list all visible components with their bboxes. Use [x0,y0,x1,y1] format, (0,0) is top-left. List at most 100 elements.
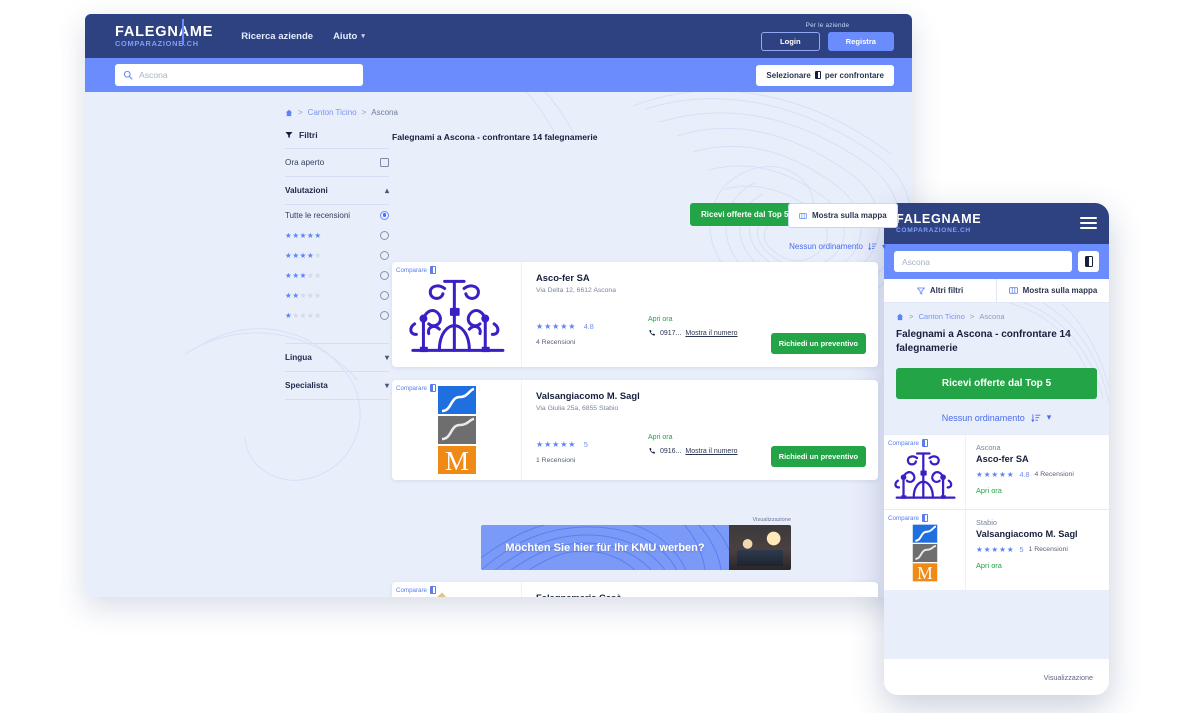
compare-badge[interactable]: Comparare [396,384,436,392]
chevron-down-icon[interactable]: ▾ [1047,412,1052,423]
show-number-link[interactable]: Mostra il numero [685,330,737,337]
compare-icon [429,266,436,274]
chevron-down-icon[interactable]: ▾ [882,242,886,251]
desktop-search-bar: Ascona Selezionare per confrontare [85,58,912,92]
mobile-card-info: Ascona Asco-fer SA ★★★★★ 4.8 4 Recension… [966,435,1109,509]
search-input-wrapper[interactable]: Ascona [115,64,363,86]
burger-line [1080,222,1097,224]
company-name[interactable]: Falegnameria Casè [536,592,866,597]
rating-row: ★★★★★ 4.8 4 Recensioni [976,470,1099,479]
mobile-tab-bar: Altri filtri Mostra sulla mappa [884,279,1109,303]
rating-radio-5[interactable] [380,230,389,240]
request-quote-button[interactable]: Richiedi un preventivo [770,333,866,354]
filters-title: Filtri [285,130,389,140]
rating-option-1[interactable]: ★★★★★ [285,305,389,325]
compare-badge[interactable]: Comparare [888,439,928,447]
language-group-label: Lingua [285,353,312,362]
phone-row[interactable]: 0917... Mostra il numero [648,329,738,337]
company-name[interactable]: Asco-fer SA [976,454,1099,464]
filter-group-ratings[interactable]: Valutazioni ▴ [285,177,389,205]
company-name[interactable]: Asco-fer SA [536,272,866,283]
rating-option-2[interactable]: ★★★★★ [285,285,389,305]
rating-option-4[interactable]: ★★★★★ [285,245,389,265]
search-input[interactable]: Ascona [139,70,168,80]
filter-open-now-label: Ora aperto [285,158,325,167]
company-name[interactable]: Valsangiacomo M. Sagl [976,529,1099,539]
company-address: Via Delta 12, 6612 Ascona [536,287,616,294]
compare-icon [921,514,928,522]
open-status: Apri ora [648,434,673,441]
mobile-get-top5-offers-button[interactable]: Ricevi offerte dal Top 5 [896,368,1097,399]
breadcrumb-separator: > [361,108,367,117]
rating-block: ★★★★★ 5 1 Recensioni [536,434,648,464]
company-location: Stabio [976,518,997,527]
review-count: 1 Recensioni [1028,546,1068,553]
home-icon[interactable] [896,313,904,321]
compare-badge[interactable]: Comparare [396,586,436,594]
breadcrumb-item-canton-ticino[interactable]: Canton Ticino [918,312,964,321]
compare-badge-label: Comparare [888,439,919,447]
home-icon[interactable] [285,109,293,117]
mobile-compare-button[interactable] [1078,251,1099,272]
company-name[interactable]: Valsangiacomo M. Sagl [536,390,866,401]
rating-radio-4[interactable] [380,250,389,260]
rating-radio-all[interactable] [380,210,389,220]
company-location: Ascona [976,443,1001,452]
result-card[interactable]: Comparare [392,582,878,597]
compare-badge-label: Comparare [396,266,427,274]
nav-item-ricerca-aziende[interactable]: Ricerca aziende [241,31,313,42]
breadcrumb-item-ascona: Ascona [979,312,1005,321]
show-on-map-label: Mostra sulla mappa [812,211,887,220]
tab-mostra-sulla-mappa[interactable]: Mostra sulla mappa [996,279,1109,302]
rating-score: 5 [1019,545,1024,554]
ad-banner[interactable]: Möchten Sie hier für Ihr KMU werben? [481,525,791,570]
mobile-sort-control[interactable]: Nessun ordinamento ▾ [884,399,1109,434]
select-compare-suffix: per confrontare [824,70,884,80]
search-icon [123,70,133,80]
result-card-info: Valsangiacomo M. Sagl Via Giulia 25a, 68… [522,380,878,480]
mobile-search-input[interactable]: Ascona [894,251,1072,272]
login-button[interactable]: Login [760,31,820,51]
rating-option-all[interactable]: Tutte le recensioni [285,205,389,225]
site-logo[interactable]: FALEGNAME COMPARAZIONE.CH [115,25,213,48]
compare-badge[interactable]: Comparare [888,514,928,522]
company-logo-thumbnail: Comparare [392,582,522,597]
filter-group-language[interactable]: Lingua ▾ [285,343,389,372]
rating-radio-3[interactable] [380,270,389,280]
mobile-result-card[interactable]: Comparare Ascona Asco-fer SA ★★★★★ 4.8 4… [884,434,1109,509]
rating-option-5[interactable]: ★★★★★ [285,225,389,245]
hamburger-menu-icon[interactable] [1080,217,1097,229]
breadcrumb-separator: > [909,312,914,321]
filter-open-now[interactable]: Ora aperto [285,148,389,177]
rating-radio-1[interactable] [380,310,389,320]
rating-option-3[interactable]: ★★★★★ [285,265,389,285]
company-logo-thumbnail: Comparare M [392,380,522,480]
register-button[interactable]: Registra [827,31,894,51]
mobile-result-card[interactable]: Comparare M Stabio Valsangiacomo M. Sagl… [884,509,1109,590]
rating-stars-1: ★★★★★ [285,310,322,320]
compare-badge-label: Comparare [396,586,427,594]
business-label: Per le aziende [805,21,850,29]
compare-badge[interactable]: Comparare [396,266,436,274]
specialist-group-label: Specialista [285,381,328,390]
rating-radio-2[interactable] [380,290,389,300]
select-to-compare-button[interactable]: Selezionare per confrontare [756,64,894,86]
rating-block: ★★★★★ 4.8 4 Recensioni [536,316,648,346]
breadcrumb-item-canton-ticino[interactable]: Canton Ticino [308,108,357,117]
filters-sidebar: Filtri Ora aperto Valutazioni ▴ Tutte le… [285,130,389,400]
sort-control[interactable]: Nessun ordinamento ▾ [789,242,886,251]
get-top5-offers-button[interactable]: Ricevi offerte dal Top 5 [690,203,800,226]
nav-item-aiuto[interactable]: Aiuto ▾ [333,31,365,42]
show-number-link[interactable]: Mostra il numero [685,448,737,455]
nav-label: Aiuto [333,30,358,42]
open-now-checkbox[interactable] [380,158,389,167]
compare-icon [1084,256,1093,267]
filter-group-specialist[interactable]: Specialista ▾ [285,372,389,400]
show-on-map-button[interactable]: Mostra sulla mappa [788,203,898,228]
phone-row[interactable]: 0916... Mostra il numero [648,447,738,455]
result-card[interactable]: Comparare M Valsangiacomo M. Sagl Via Gi… [392,380,878,480]
review-count: 4 Recensioni [1034,471,1074,478]
result-card[interactable]: Comparare [392,262,878,367]
mobile-breadcrumb: > Canton Ticino > Ascona [884,303,1109,321]
request-quote-button[interactable]: Richiedi un preventivo [770,446,866,467]
